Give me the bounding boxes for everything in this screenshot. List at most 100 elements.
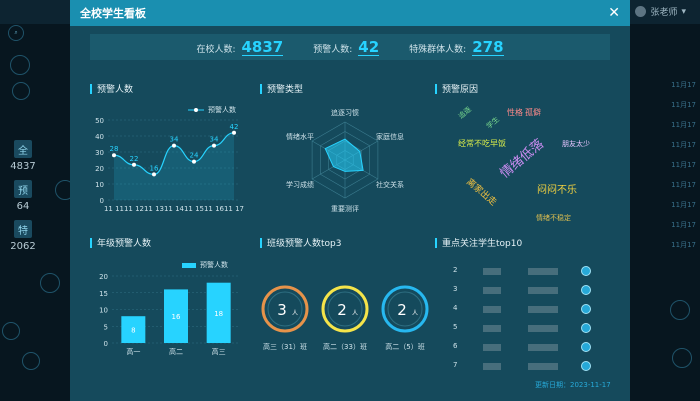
panel-title-class-top3: 班级预警人数top3 <box>260 236 341 249</box>
detail-icon[interactable] <box>581 266 591 276</box>
table-row[interactable]: 2 <box>450 266 600 278</box>
x-tick-label: 高三 <box>212 347 226 356</box>
stat-value: 64 <box>16 201 30 212</box>
panel-title-warning-count: 预警人数 <box>90 82 133 95</box>
ring-badge: 2人 <box>381 285 429 333</box>
summary-bar: 在校人数: 4837 预警人数: 42 特殊群体人数: 278 <box>90 34 610 60</box>
cloud-word: 经常不吃早饭 <box>458 139 506 148</box>
bubble-icon <box>10 55 30 75</box>
detail-icon[interactable] <box>581 361 591 371</box>
table-row[interactable]: 7 <box>450 361 600 373</box>
x-tick-label: 11 13 <box>144 205 164 213</box>
avatar-icon <box>635 6 647 17</box>
right-time: 11月17 <box>671 221 696 229</box>
table-row[interactable]: 3 <box>450 285 600 297</box>
bubble-icon <box>672 348 692 368</box>
y-tick-label: 15 <box>99 290 108 298</box>
right-time: 11月17 <box>671 101 696 109</box>
summary-label: 特殊群体人数: <box>409 44 467 55</box>
data-point <box>192 159 196 164</box>
blurred-class <box>528 306 558 313</box>
x-tick-label: 高一 <box>126 347 140 356</box>
data-point <box>152 172 156 177</box>
y-tick-label: 40 <box>95 133 104 141</box>
detail-icon[interactable] <box>581 285 591 295</box>
table-row[interactable]: 6 <box>450 342 600 354</box>
user-menu[interactable]: 张老师 ▾ <box>635 5 686 18</box>
stat-badge: 全 <box>14 140 32 158</box>
blurred-name <box>483 287 501 294</box>
panel-title-warning-types: 预警类型 <box>260 82 303 95</box>
radar-axis-label: 社交关系 <box>376 180 404 189</box>
y-tick-label: 20 <box>99 273 108 281</box>
close-icon[interactable]: ✕ <box>608 5 620 21</box>
radar-axis-label: 学习成绩 <box>286 180 314 189</box>
detail-icon[interactable] <box>581 342 591 352</box>
bubble-icon <box>670 300 690 320</box>
ring-count: 2 <box>337 301 347 319</box>
cloud-word: 情绪不稳定 <box>536 214 571 222</box>
panel-title-grade-warning: 年级预警人数 <box>90 236 151 249</box>
dashboard-modal: 全校学生看板 ✕ 在校人数: 4837 预警人数: 42 特殊群体人数: 278… <box>70 0 630 401</box>
cloud-word: 追逐 <box>457 105 473 121</box>
stat-badge: 预 <box>14 180 32 198</box>
data-label: 24 <box>190 152 199 160</box>
ring-badge: 3人 <box>261 285 309 333</box>
radar-axis-label: 追逐习惯 <box>331 108 359 117</box>
rank-number: 7 <box>453 361 458 369</box>
table-row[interactable]: 5 <box>450 323 600 335</box>
blurred-class <box>528 363 558 370</box>
class-label: 高二（5）班 <box>385 343 425 351</box>
detail-icon[interactable] <box>581 323 591 333</box>
right-time: 11月17 <box>671 81 696 89</box>
chevron-down-icon: ▾ <box>681 6 686 17</box>
cloud-word: 性格 <box>507 108 523 117</box>
ring-count: 2 <box>397 301 407 319</box>
blurred-class <box>528 268 558 275</box>
data-label: 34 <box>170 136 179 144</box>
left-stats: 全 4837 预 64 特 2062 <box>3 140 43 260</box>
blurred-name <box>483 325 501 332</box>
rank-number: 6 <box>453 342 458 350</box>
table-row[interactable]: 4 <box>450 304 600 316</box>
ring-unit: 人 <box>352 310 358 317</box>
search-icon[interactable]: ⌕ <box>8 25 24 41</box>
y-tick-label: 0 <box>100 197 104 205</box>
blurred-class <box>528 287 558 294</box>
warning-types-radar-chart: 追逐习惯家庭信息社交关系重要测评 学习成绩 情绪水平 <box>286 108 404 213</box>
bar-legend-swatch <box>182 262 196 268</box>
user-name: 张老师 <box>650 8 678 18</box>
cloud-word: 朋友太少 <box>562 140 590 148</box>
bubble-icon <box>12 82 30 100</box>
x-tick-label: 11 17 <box>224 205 244 213</box>
summary-warnings: 预警人数: 42 <box>313 37 380 56</box>
right-time: 11月17 <box>671 141 696 149</box>
detail-icon[interactable] <box>581 304 591 314</box>
cloud-word: 离家出走 <box>464 177 499 209</box>
warning-count-line-chart: 0102030405011 11 11 12 11 13 11 14 11 15 11 1… <box>95 117 244 213</box>
panel-title-warning-reasons: 预警原因 <box>435 82 478 95</box>
cloud-word: 孤僻 <box>525 108 541 117</box>
stat-badge: 特 <box>14 220 32 238</box>
data-label: 28 <box>110 145 119 153</box>
summary-label: 预警人数: <box>313 44 353 55</box>
data-point <box>232 130 236 135</box>
bar-value-label: 18 <box>214 310 223 318</box>
data-label: 22 <box>130 155 139 163</box>
y-tick-label: 0 <box>104 340 108 348</box>
panel-title-focus-top10: 重点关注学生top10 <box>435 236 522 249</box>
y-tick-label: 50 <box>95 117 104 125</box>
ring-unit: 人 <box>412 310 418 317</box>
right-time: 11月17 <box>671 161 696 169</box>
x-tick-label: 11 12 <box>124 205 144 213</box>
data-point <box>172 143 176 148</box>
summary-students: 在校人数: 4837 <box>196 39 284 56</box>
bubble-icon <box>22 352 40 370</box>
data-point <box>112 153 116 158</box>
summary-special: 特殊群体人数: 278 <box>409 39 504 56</box>
cloud-word: 学生 <box>485 115 501 131</box>
data-point <box>132 162 136 167</box>
right-time: 11月17 <box>671 181 696 189</box>
blurred-name <box>483 268 501 275</box>
summary-value: 42 <box>358 37 380 56</box>
